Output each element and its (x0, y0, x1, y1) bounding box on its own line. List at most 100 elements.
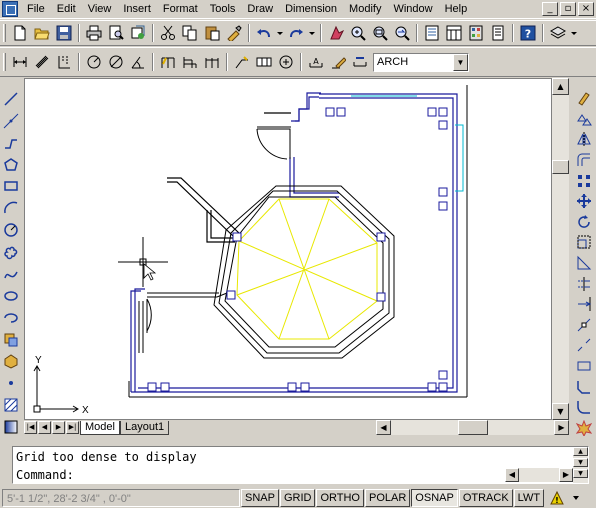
offset-icon[interactable] (574, 150, 594, 171)
angular-dimension-icon[interactable] (127, 51, 149, 73)
grid-toggle[interactable]: GRID (279, 489, 316, 507)
new-file-icon[interactable] (9, 22, 31, 44)
scroll-left-button[interactable]: ◀ (376, 420, 391, 435)
help-icon[interactable]: ? (517, 22, 539, 44)
paste-icon[interactable] (201, 22, 223, 44)
radius-dimension-icon[interactable] (83, 51, 105, 73)
menu-draw[interactable]: Draw (241, 1, 279, 18)
circle-icon[interactable] (1, 219, 21, 241)
ordinate-dimension-icon[interactable] (53, 51, 75, 73)
rotate-icon[interactable] (574, 212, 594, 233)
plot-preview-icon[interactable] (105, 22, 127, 44)
tab-layout1[interactable]: Layout1 (119, 420, 170, 435)
redo-dropdown-icon[interactable] (307, 22, 317, 44)
design-center-icon[interactable] (443, 22, 465, 44)
spline-icon[interactable] (1, 263, 21, 285)
explode-icon[interactable] (574, 418, 594, 439)
previous-tab-button[interactable]: ◀ (38, 421, 51, 434)
baseline-dimension-icon[interactable] (179, 51, 201, 73)
extend-icon[interactable] (574, 294, 594, 315)
cut-icon[interactable] (157, 22, 179, 44)
match-properties-icon[interactable] (223, 22, 245, 44)
aligned-dimension-icon[interactable] (31, 51, 53, 73)
status-menu-chevron-icon[interactable] (570, 489, 582, 507)
restore-button[interactable]: ▫ (560, 2, 576, 16)
menu-format[interactable]: Format (157, 1, 204, 18)
menu-modify[interactable]: Modify (343, 1, 387, 18)
tab-model[interactable]: Model (80, 420, 120, 435)
scale-icon[interactable] (574, 232, 594, 253)
arc-icon[interactable] (1, 197, 21, 219)
first-tab-button[interactable]: |◀ (24, 421, 37, 434)
zoom-window-icon[interactable] (369, 22, 391, 44)
vertical-scroll-thumb[interactable] (552, 160, 569, 174)
undo-dropdown-icon[interactable] (275, 22, 285, 44)
command-scroll-down-button[interactable]: ▼ (573, 469, 588, 478)
tool-palettes-icon[interactable] (465, 22, 487, 44)
horizontal-scroll-thumb[interactable] (458, 420, 488, 435)
app-icon[interactable] (2, 1, 18, 17)
mirror-icon[interactable] (574, 129, 594, 150)
command-horizontal-scrollbar[interactable]: ◀ ▶ (505, 468, 573, 482)
properties-icon[interactable] (421, 22, 443, 44)
diameter-dimension-icon[interactable] (105, 51, 127, 73)
horizontal-scrollbar[interactable]: ◀ ▶ (376, 420, 569, 435)
sheet-set-manager-icon[interactable] (487, 22, 509, 44)
dimension-edit-icon[interactable]: A (305, 51, 327, 73)
ortho-toggle[interactable]: ORTHO (316, 489, 364, 507)
line-icon[interactable] (1, 88, 21, 110)
scroll-up-button[interactable]: ▲ (552, 78, 569, 95)
quick-leader-icon[interactable] (231, 51, 253, 73)
menu-dimension[interactable]: Dimension (279, 1, 343, 18)
copy-object-icon[interactable] (574, 109, 594, 130)
copy-icon[interactable] (179, 22, 201, 44)
menu-tools[interactable]: Tools (204, 1, 242, 18)
chevron-down-icon[interactable]: ▼ (453, 53, 468, 71)
tolerance-icon[interactable] (253, 51, 275, 73)
coordinate-readout[interactable]: 5'-1 1/2", 28'-2 3/4" , 0'-0" (2, 489, 240, 507)
ellipse-arc-icon[interactable] (1, 307, 21, 329)
point-icon[interactable] (1, 372, 21, 394)
save-icon[interactable] (53, 22, 75, 44)
command-vertical-scrollbar[interactable]: ▲ ▼ ▼ (573, 447, 588, 483)
toolbar-grip[interactable] (3, 53, 6, 71)
command-scroll-up-button[interactable]: ▲ (573, 447, 588, 456)
dimension-update-icon[interactable] (349, 51, 371, 73)
continue-dimension-icon[interactable] (201, 51, 223, 73)
menu-insert[interactable]: Insert (117, 1, 157, 18)
toolbar-grip[interactable] (3, 24, 6, 42)
insert-block-icon[interactable] (1, 329, 21, 351)
command-scroll-right-button[interactable]: ▶ (559, 468, 573, 482)
scroll-down-button[interactable]: ▼ (552, 403, 569, 420)
revision-cloud-icon[interactable] (1, 241, 21, 263)
open-file-icon[interactable] (31, 22, 53, 44)
quick-dimension-icon[interactable] (157, 51, 179, 73)
join-icon[interactable] (574, 356, 594, 377)
scroll-right-button[interactable]: ▶ (554, 420, 569, 435)
menu-file[interactable]: File (21, 1, 51, 18)
drawing-canvas[interactable]: Y X (24, 78, 552, 420)
last-tab-button[interactable]: ▶| (66, 421, 79, 434)
zoom-realtime-icon[interactable] (347, 22, 369, 44)
hatch-icon[interactable] (1, 394, 21, 416)
undo-icon[interactable] (253, 22, 275, 44)
communication-center-icon[interactable]: ! (546, 489, 568, 507)
menu-window[interactable]: Window (387, 1, 438, 18)
break-icon[interactable] (574, 335, 594, 356)
trim-icon[interactable] (574, 273, 594, 294)
break-at-point-icon[interactable] (574, 315, 594, 336)
command-scroll-mid-button[interactable]: ▼ (573, 458, 588, 467)
layers-dropdown-icon[interactable] (569, 22, 579, 44)
pan-realtime-icon[interactable] (325, 22, 347, 44)
next-tab-button[interactable]: ▶ (52, 421, 65, 434)
layers-icon[interactable] (547, 22, 569, 44)
center-mark-icon[interactable] (275, 51, 297, 73)
close-button[interactable]: × (578, 2, 594, 16)
vertical-scrollbar[interactable]: ▲ ▼ (552, 78, 569, 420)
menu-edit[interactable]: Edit (51, 1, 82, 18)
osnap-toggle[interactable]: OSNAP (411, 489, 458, 507)
gradient-icon[interactable] (1, 416, 21, 438)
menu-view[interactable]: View (82, 1, 118, 18)
print-icon[interactable] (83, 22, 105, 44)
make-block-icon[interactable] (1, 351, 21, 373)
